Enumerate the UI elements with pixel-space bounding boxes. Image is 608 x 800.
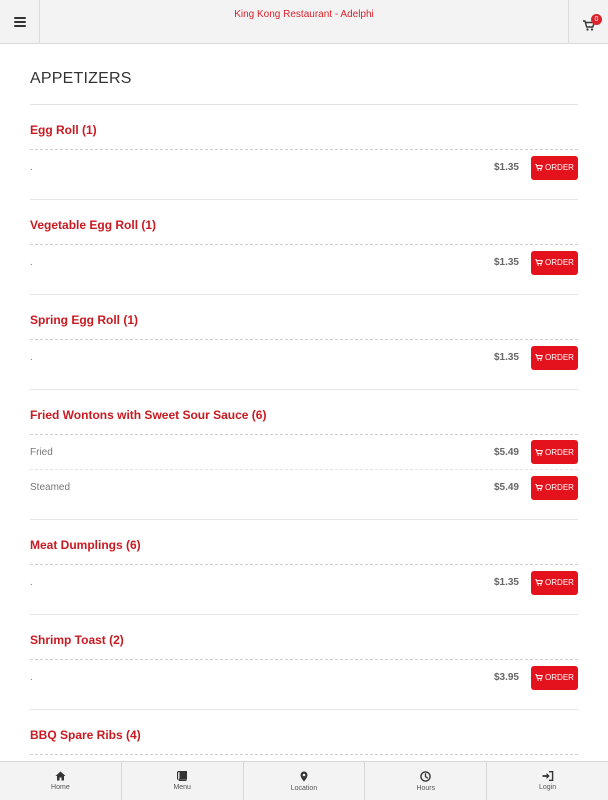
menu-item: Fried Wontons with Sweet Sour Sauce (6) F… [30,390,578,520]
option-label: Fried [30,446,53,458]
menu-button[interactable] [0,0,40,44]
hamburger-icon [13,17,26,27]
order-button-label: ORDER [545,353,574,362]
option-label: . [30,162,33,173]
book-icon [177,771,188,781]
option-label: . [30,577,33,588]
order-button[interactable]: ORDER [531,155,578,180]
option-price: $1.35 [493,257,519,268]
nav-hours[interactable]: Hours [365,762,488,800]
menu-content: APPETIZERS Egg Roll (1). $1.35 ORDER Vegeta… [0,44,608,761]
clock-icon [420,770,432,782]
menu-item: Vegetable Egg Roll (1). $1.35 ORDER [30,200,578,295]
nav-home[interactable]: Home [0,762,122,800]
order-button[interactable]: ORDER [531,665,578,690]
nav-home-label: Home [51,784,70,791]
cart-icon [535,674,543,681]
order-button-label: ORDER [545,447,574,457]
menu-item-option-row: . $1.35 ORDER [30,340,578,375]
menu-item: BBQ Spare Ribs (4) [30,710,578,761]
order-button[interactable]: ORDER [531,570,578,595]
sign-in-icon [542,771,553,781]
order-button-label: ORDER [545,673,574,682]
option-price: $3.95 [493,672,519,683]
option-label: Steamed [30,482,71,493]
menu-item-name[interactable]: Spring Egg Roll (1) [30,313,578,340]
nav-login[interactable]: Login [487,762,608,800]
order-button[interactable]: ORDER [531,345,578,370]
menu-item: Meat Dumplings (6). $1.35 ORDER [30,520,578,615]
option-price: $5.49 [493,482,519,493]
order-button[interactable]: ORDER [531,250,578,275]
nav-login-label: Login [539,784,557,791]
cart-icon [535,448,543,456]
option-price: $5.49 [493,446,519,458]
menu-item-option-row: . $1.35 ORDER [30,245,578,280]
nav-location-label: Location [290,784,318,792]
menu-item-option-row: Fried $5.49 ORDER [30,435,578,470]
option-label: . [30,672,33,683]
map-marker-icon [300,771,308,781]
menu-item-name[interactable]: Meat Dumplings (6) [30,538,578,565]
menu-item-name[interactable]: Shrimp Toast (2) [30,633,578,660]
cart-icon [535,354,543,361]
option-label: . [30,257,33,268]
cart-button[interactable]: 0 [568,0,608,44]
order-button-label: ORDER [545,163,574,172]
order-button-label: ORDER [545,483,574,492]
option-price: $1.35 [493,162,519,173]
nav-menu-label: Menu [173,784,191,791]
menu-item-name[interactable]: BBQ Spare Ribs (4) [30,728,578,755]
bottom-nav: Home Menu Location Hours Login [0,761,608,800]
nav-location[interactable]: Location [244,762,366,800]
option-label: . [30,352,33,363]
restaurant-title: King Kong Restaurant - Adelphi [234,9,374,20]
order-button[interactable]: ORDER [531,440,578,464]
menu-item-option-row: . $1.35 ORDER [30,150,578,185]
top-bar: King Kong Restaurant - Adelphi 0 [0,0,608,44]
order-button[interactable]: ORDER [531,475,578,500]
section-title: APPETIZERS [30,44,578,105]
menu-item-option-row: Steamed $5.49 ORDER [30,470,578,505]
menu-item: Spring Egg Roll (1). $1.35 ORDER [30,295,578,390]
order-button-label: ORDER [545,258,574,267]
nav-menu[interactable]: Menu [122,762,244,800]
menu-item: Egg Roll (1). $1.35 ORDER [30,105,578,200]
option-price: $1.35 [493,352,519,363]
menu-item: Shrimp Toast (2). $3.95 ORDER [30,615,578,710]
cart-icon [535,164,543,171]
menu-item-list: Egg Roll (1). $1.35 ORDER Vegetable Egg Rol… [30,105,578,761]
menu-item-name[interactable]: Vegetable Egg Roll (1) [30,218,578,245]
nav-hours-label: Hours [416,784,436,792]
order-button-label: ORDER [545,578,574,587]
menu-item-option-row: . $3.95 ORDER [30,660,578,695]
cart-icon [535,484,543,491]
cart-icon [535,579,543,586]
menu-item-option-row: . $1.35 ORDER [30,565,578,600]
home-icon [55,771,66,781]
option-price: $1.35 [493,577,519,588]
cart-icon [535,259,543,266]
menu-item-name[interactable]: Fried Wontons with Sweet Sour Sauce (6) [30,408,578,435]
menu-item-name[interactable]: Egg Roll (1) [30,123,578,150]
cart-count-badge: 0 [591,14,602,25]
